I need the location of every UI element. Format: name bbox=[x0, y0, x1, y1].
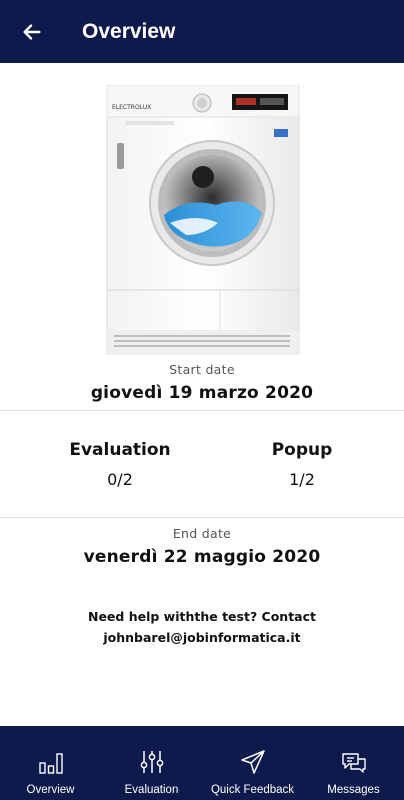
end-date-value: venerdì 22 maggio 2020 bbox=[83, 547, 321, 567]
tab-overview[interactable]: Overview bbox=[0, 726, 101, 800]
chat-bubbles-icon bbox=[341, 753, 366, 773]
divider bbox=[0, 517, 404, 518]
tab-overview-label: Overview bbox=[26, 784, 75, 796]
send-icon bbox=[240, 750, 265, 774]
tab-evaluation[interactable]: Evaluation bbox=[101, 726, 202, 800]
app-bar: Overview bbox=[0, 0, 404, 63]
popup-label: Popup bbox=[271, 440, 333, 460]
evaluation-label: Evaluation bbox=[69, 440, 171, 460]
tab-quick-feedback-label: Quick Feedback bbox=[210, 784, 295, 796]
washing-machine-image: ELECTROLUX bbox=[106, 85, 300, 355]
bottom-tab-bar: Overview Evaluation Quick Feedback Messa… bbox=[0, 726, 404, 800]
popup-stat: Popup 1/2 bbox=[252, 440, 352, 489]
tab-evaluation-label: Evaluation bbox=[124, 784, 179, 796]
divider bbox=[0, 410, 404, 411]
end-date-label: End date bbox=[172, 526, 232, 541]
start-date-label: Start date bbox=[169, 362, 235, 377]
tab-quick-feedback[interactable]: Quick Feedback bbox=[202, 726, 303, 800]
tab-messages-label: Messages bbox=[327, 784, 380, 796]
start-date-value: giovedì 19 marzo 2020 bbox=[90, 383, 314, 403]
arrow-left-icon bbox=[23, 23, 41, 40]
brand-logo: ELECTROLUX bbox=[112, 104, 151, 111]
sliders-icon bbox=[140, 751, 163, 773]
back-button[interactable] bbox=[2, 0, 62, 63]
bar-chart-icon bbox=[38, 753, 63, 774]
page-title: Overview bbox=[82, 19, 176, 43]
help-text: Need help withthe test? Contact johnbare… bbox=[0, 606, 404, 648]
evaluation-value: 0/2 bbox=[107, 470, 133, 489]
help-email-link[interactable]: johnbarel@jobinformatica.it bbox=[0, 627, 404, 648]
help-line: Need help withthe test? Contact bbox=[87, 609, 316, 624]
evaluation-stat: Evaluation 0/2 bbox=[60, 440, 180, 489]
tab-messages[interactable]: Messages bbox=[303, 726, 404, 800]
popup-value: 1/2 bbox=[289, 470, 315, 489]
